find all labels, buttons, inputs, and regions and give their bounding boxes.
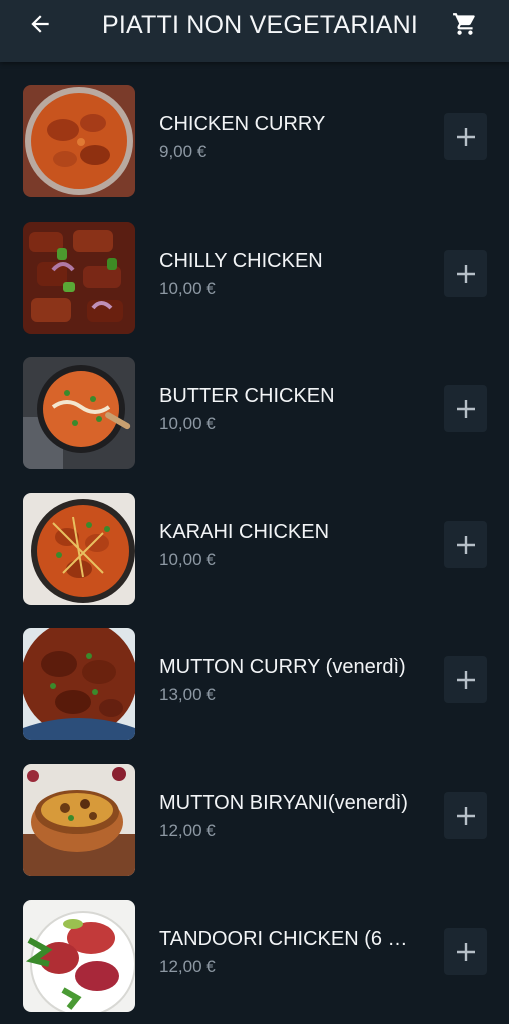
plus-icon [456,535,475,554]
add-to-cart-button[interactable] [444,113,487,160]
list-item[interactable]: CHILLY CHICKEN 10,00 € [0,199,509,335]
plus-icon [456,264,475,283]
dish-price: 12,00 € [159,957,216,976]
page-title: PIATTI NON VEGETARIANI [102,11,419,39]
dish-price: 10,00 € [159,279,216,298]
dish-price: 10,00 € [159,414,216,433]
arrow-left-icon [31,15,49,33]
plus-icon [456,806,475,825]
plus-icon [456,127,475,146]
plus-icon [456,942,475,961]
dish-name: KARAHI CHICKEN [159,521,330,543]
plus-icon [456,670,475,689]
add-to-cart-button[interactable] [444,656,487,703]
dish-name: BUTTER CHICKEN [159,385,335,407]
plus-icon [456,399,475,418]
dish-image [23,628,135,740]
dish-image [23,222,135,334]
dish-price: 9,00 € [159,142,207,161]
list-item[interactable]: MUTTON BIRYANI(venerdì) 12,00 € [0,741,509,877]
dish-price: 13,00 € [159,685,216,704]
list-item[interactable]: MUTTON CURRY (venerdì) 13,00 € [0,605,509,741]
dish-name: MUTTON CURRY (venerdì) [159,656,406,678]
cart-button[interactable] [449,8,481,40]
list-item[interactable]: TANDOORI CHICKEN (6 pezzi) 12,00 € [0,877,509,1013]
back-button[interactable] [22,8,58,40]
dish-name: MUTTON BIRYANI(venerdì) [159,792,408,814]
add-to-cart-button[interactable] [444,250,487,297]
dish-price: 12,00 € [159,821,216,840]
dish-price: 10,00 € [159,550,216,569]
dish-name: TANDOORI CHICKEN (6 pezzi) [159,928,409,950]
dish-name: CHILLY CHICKEN [159,250,323,272]
dish-image [23,900,135,1012]
add-to-cart-button[interactable] [444,792,487,839]
dish-image [23,493,135,605]
add-to-cart-button[interactable] [444,928,487,975]
dish-image [23,764,135,876]
list-item[interactable]: KARAHI CHICKEN 10,00 € [0,470,509,606]
dish-image [23,85,135,197]
dish-name: CHICKEN CURRY [159,113,326,135]
app-header: PIATTI NON VEGETARIANI [0,0,509,62]
dish-list: CHICKEN CURRY 9,00 € CHILLY CHICKEN 10,0… [0,62,509,1024]
shopping-cart-icon [453,13,475,35]
list-item[interactable]: BUTTER CHICKEN 10,00 € [0,334,509,470]
list-item[interactable]: CHICKEN CURRY 9,00 € [0,62,509,198]
add-to-cart-button[interactable] [444,521,487,568]
dish-image [23,357,135,469]
add-to-cart-button[interactable] [444,385,487,432]
